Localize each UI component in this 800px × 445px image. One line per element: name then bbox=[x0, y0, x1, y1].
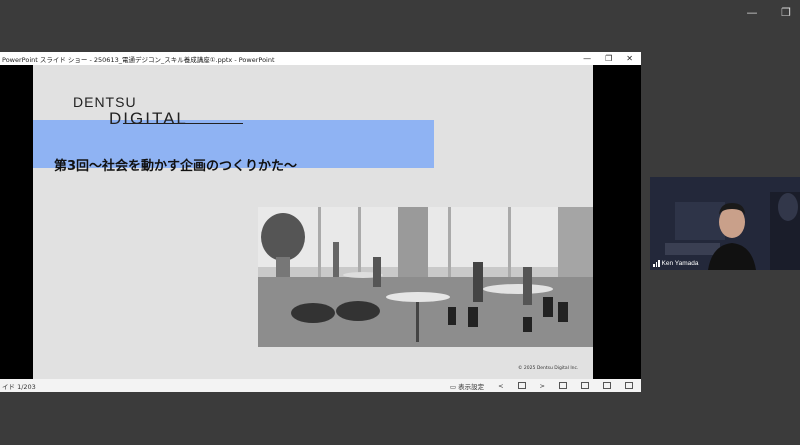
participant-label: Ken Yamada bbox=[653, 260, 698, 267]
prev-slide-button[interactable]: < bbox=[498, 382, 503, 390]
logo-line-1: DENTSU bbox=[73, 94, 137, 110]
powerpoint-window: PowerPoint スライド ショー - 250613_電通デジコン_スキル養… bbox=[0, 52, 641, 392]
slide-sorter-icon[interactable] bbox=[517, 382, 526, 389]
display-settings-label: 表示設定 bbox=[458, 382, 485, 391]
slide-headline: 第3回～社会を動かす企画のつくりかた～ bbox=[54, 159, 298, 174]
slide[interactable]: DENTSU DIGITAL 第3回～社会を動かす企画のつくりかた～ © 202… bbox=[33, 65, 593, 379]
logo-underline bbox=[123, 123, 243, 124]
slideshow-status-bar: イド 1/203 ▭ 表示設定 < > bbox=[0, 379, 641, 392]
minimize-button[interactable]: — bbox=[583, 54, 591, 63]
outer-window-controls: — ❐ bbox=[746, 6, 792, 19]
close-button[interactable]: ✕ bbox=[626, 54, 633, 63]
reading-view-icon[interactable] bbox=[603, 382, 611, 389]
dentsu-digital-logo: DENTSU DIGITAL bbox=[73, 94, 243, 128]
display-settings-button[interactable]: ▭ 表示設定 bbox=[450, 381, 484, 391]
slide-counter: イド 1/203 bbox=[2, 382, 36, 391]
participant-video[interactable]: Ken Yamada bbox=[650, 177, 800, 270]
logo-line-2: DIGITAL bbox=[109, 109, 188, 128]
sorter-view-icon[interactable] bbox=[581, 382, 589, 389]
signal-icon bbox=[653, 260, 660, 267]
window-title: PowerPoint スライド ショー - 250613_電通デジコン_スキル養… bbox=[2, 55, 275, 64]
powerpoint-titlebar: PowerPoint スライド ショー - 250613_電通デジコン_スキル養… bbox=[0, 52, 641, 65]
participant-name: Ken Yamada bbox=[661, 260, 699, 267]
next-slide-button[interactable]: > bbox=[540, 382, 545, 390]
normal-view-icon[interactable] bbox=[559, 382, 567, 389]
restore-button[interactable]: ❐ bbox=[605, 54, 612, 63]
minimize-icon[interactable]: — bbox=[746, 6, 758, 19]
copyright-text: © 2025 Dentsu Digital Inc. bbox=[518, 366, 579, 371]
restore-icon[interactable]: ❐ bbox=[780, 6, 792, 19]
slideshow-view-icon[interactable] bbox=[625, 382, 633, 389]
office-photo bbox=[258, 207, 593, 347]
